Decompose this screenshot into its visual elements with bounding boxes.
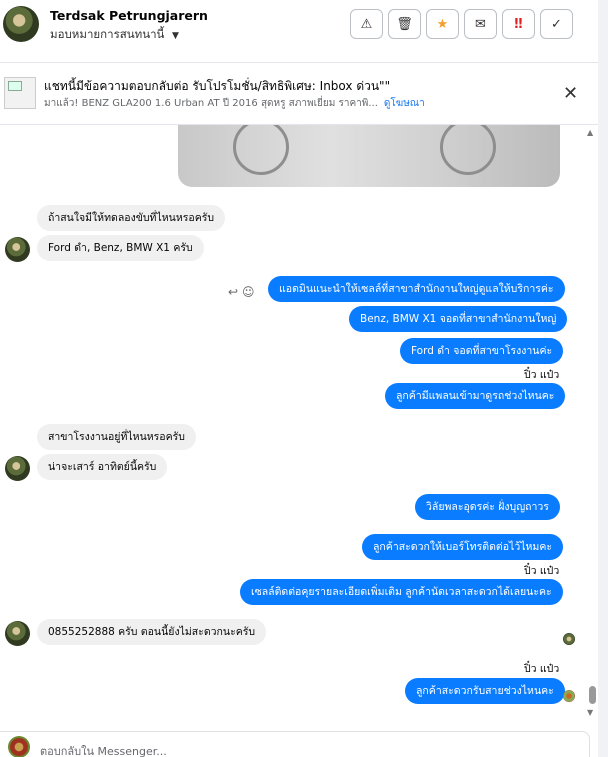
page-avatar <box>8 736 30 757</box>
star-icon: ★ <box>436 16 449 32</box>
warning-icon: ⚠ <box>360 16 373 32</box>
scroll-down-icon[interactable]: ▼ <box>587 708 593 717</box>
avatar[interactable] <box>5 456 30 481</box>
avatar[interactable] <box>5 621 30 646</box>
chevron-down-icon: ▼ <box>172 31 179 41</box>
view-ad-link[interactable]: ดูโฆษณา <box>384 98 425 109</box>
wheel-shape <box>440 125 496 175</box>
outgoing-message[interactable]: เซลล์ติดต่อคุยรายละเอียดเพิ่มเติม ลูกค้า… <box>240 579 563 605</box>
assign-label: มอบหมายการสนทนานี้ <box>50 27 165 41</box>
close-icon[interactable]: ✕ <box>563 83 578 104</box>
incoming-message[interactable]: Ford ดำ, Benz, BMW X1 ครับ <box>37 235 204 261</box>
outgoing-message[interactable]: แอดมินแนะนำให้เซลล์ที่สาขาสำนักงานใหญ่ดู… <box>268 276 565 302</box>
seen-by-label: ปิ๋ว แป๋ว <box>524 663 560 675</box>
ad-thumbnail[interactable] <box>4 77 36 109</box>
scrollbar-thumb[interactable] <box>589 686 596 704</box>
scrollbar[interactable] <box>586 125 598 720</box>
outgoing-message[interactable]: ลูกค้าสะดวกให้เบอร์โทรติดต่อไว้ไหมคะ <box>362 534 564 560</box>
action-toolbar: ⚠ 🗑 ★ ✉ ‼ ✓ <box>350 9 573 39</box>
follow-up-button[interactable]: ‼ <box>502 9 535 39</box>
mark-unread-button[interactable]: ✉ <box>464 9 497 39</box>
car-photo-attachment[interactable] <box>178 125 560 187</box>
ad-reply-banner: แชทนี้มีข้อความตอบกลับต่อ รับโปรโมชั่น/ส… <box>0 63 598 125</box>
done-button[interactable]: ✓ <box>540 9 573 39</box>
flag-icon: ‼ <box>514 16 523 32</box>
read-receipt-avatar <box>563 690 575 702</box>
outgoing-message[interactable]: ลูกค้ามีแพลนเข้ามาดูรถช่วงไหนคะ <box>385 383 566 409</box>
outgoing-message[interactable]: Ford ดำ จอดที่สาขาโรงงานค่ะ <box>400 338 564 364</box>
mail-icon: ✉ <box>475 16 486 32</box>
trash-icon: 🗑 <box>396 16 413 32</box>
incoming-message[interactable]: 0855252888 ครับ ตอนนี้ยังไม่สะดวกนะครับ <box>37 619 267 645</box>
reply-react-icons[interactable]: ↩☺ <box>228 285 259 299</box>
seen-by-label: ปิ๋ว แป๋ว <box>524 565 560 577</box>
window-edge <box>598 0 608 757</box>
contact-name[interactable]: Terdsak Petrungjarern <box>50 8 208 23</box>
warning-button[interactable]: ⚠ <box>350 9 383 39</box>
incoming-message[interactable]: น่าจะเสาร์ อาทิตย์นี้ครับ <box>37 454 168 480</box>
wheel-shape <box>233 125 289 175</box>
incoming-message[interactable]: สาขาโรงงานอยู่ที่ไหนหรอครับ <box>37 424 196 450</box>
assign-dropdown[interactable]: มอบหมายการสนทนานี้ ▼ <box>50 26 179 44</box>
reply-input[interactable]: ตอบกลับใน Messenger... <box>40 742 167 757</box>
banner-description: มาแล้ว! BENZ GLA200 1.6 Urban AT ปี 2016… <box>44 98 378 109</box>
banner-subtitle: มาแล้ว! BENZ GLA200 1.6 Urban AT ปี 2016… <box>44 96 425 111</box>
outgoing-message[interactable]: ลูกค้าสะดวกรับสายช่วงไหนคะ <box>405 678 565 704</box>
delete-button[interactable]: 🗑 <box>388 9 421 39</box>
outgoing-message[interactable]: วิลัยพละอุดรค่ะ ฝั่งบุญถาวร <box>415 494 560 520</box>
avatar[interactable] <box>3 6 39 42</box>
avatar[interactable] <box>5 237 30 262</box>
read-receipt-avatar <box>563 633 575 645</box>
star-button[interactable]: ★ <box>426 9 459 39</box>
conversation-header: Terdsak Petrungjarern มอบหมายการสนทนานี้… <box>0 0 598 52</box>
outgoing-message[interactable]: Benz, BMW X1 จอดที่สาขาสำนักงานใหญ่ <box>349 306 568 332</box>
incoming-message[interactable]: ถ้าสนใจมีให้ทดลองขับที่ไหนหรอครับ <box>37 205 226 231</box>
check-icon: ✓ <box>551 16 562 32</box>
scroll-up-icon[interactable]: ▲ <box>587 128 593 137</box>
seen-by-label: ปิ๋ว แป๋ว <box>524 369 560 381</box>
banner-title: แชทนี้มีข้อความตอบกลับต่อ รับโปรโมชั่น/ส… <box>44 79 391 93</box>
